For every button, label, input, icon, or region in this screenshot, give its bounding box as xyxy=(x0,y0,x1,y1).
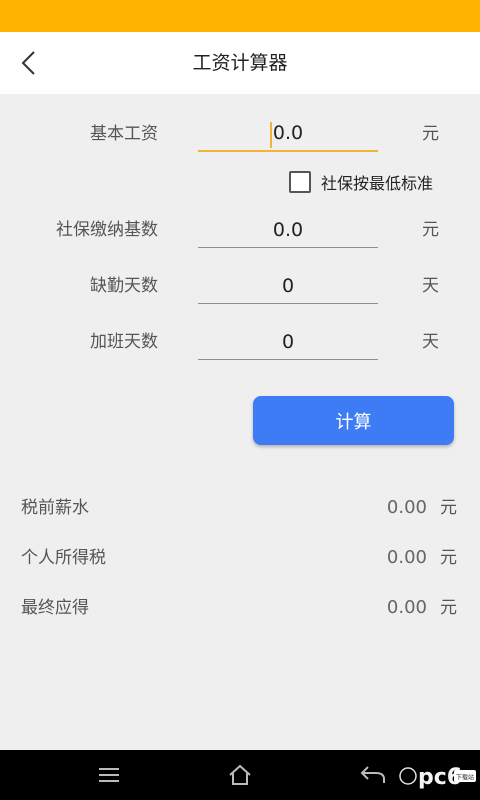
result-unit: 元 xyxy=(440,598,457,618)
overtime-days-unit: 天 xyxy=(422,332,439,352)
home-icon xyxy=(229,764,251,785)
absent-days-row: 缺勤天数 天 xyxy=(0,266,480,306)
page-title: 工资计算器 xyxy=(192,52,288,74)
system-back-button[interactable] xyxy=(358,760,388,790)
result-label: 个人所得税 xyxy=(21,548,106,568)
result-unit: 元 xyxy=(440,548,457,568)
min-social-checkbox-label: 社保按最低标准 xyxy=(321,174,434,193)
system-nav-bar: pc6 下载站 xyxy=(0,750,480,800)
pc6-watermark-logo: pc6 下载站 xyxy=(399,765,476,790)
result-value: 0.00 xyxy=(386,597,427,618)
result-row-pretax: 税前薪水 0.00 元 xyxy=(0,493,480,523)
social-base-label: 社保缴纳基数 xyxy=(56,220,158,240)
social-base-row: 社保缴纳基数 元 xyxy=(0,210,480,250)
overtime-days-label: 加班天数 xyxy=(90,332,158,352)
min-social-checkbox[interactable]: 社保按最低标准 xyxy=(289,170,433,194)
menu-button[interactable] xyxy=(94,760,124,790)
result-value: 0.00 xyxy=(386,497,427,518)
base-salary-input[interactable] xyxy=(198,116,378,152)
social-base-input[interactable] xyxy=(198,212,378,248)
text-caret xyxy=(270,122,272,148)
app-bar: 工资计算器 xyxy=(0,32,480,94)
base-salary-unit: 元 xyxy=(422,124,439,144)
overtime-days-row: 加班天数 天 xyxy=(0,322,480,362)
overtime-days-input[interactable] xyxy=(198,324,378,360)
absent-days-unit: 天 xyxy=(422,276,439,296)
result-row-tax: 个人所得税 0.00 元 xyxy=(0,543,480,573)
home-button[interactable] xyxy=(225,760,255,790)
social-base-unit: 元 xyxy=(422,220,439,240)
result-value: 0.00 xyxy=(386,547,427,568)
result-label: 最终应得 xyxy=(21,598,89,618)
result-unit: 元 xyxy=(440,498,457,518)
base-salary-label: 基本工资 xyxy=(90,124,158,144)
result-label: 税前薪水 xyxy=(21,498,89,518)
base-salary-row: 基本工资 元 xyxy=(0,114,480,154)
checkbox-box[interactable] xyxy=(289,171,311,193)
calculate-button[interactable]: 计算 xyxy=(253,396,454,445)
absent-days-input[interactable] xyxy=(198,268,378,304)
menu-icon xyxy=(99,768,119,782)
back-arrow-icon xyxy=(360,766,385,783)
watermark-badge: 下载站 xyxy=(456,774,474,782)
result-row-final: 最终应得 0.00 元 xyxy=(0,593,480,623)
absent-days-label: 缺勤天数 xyxy=(90,276,158,296)
status-bar xyxy=(0,0,480,32)
